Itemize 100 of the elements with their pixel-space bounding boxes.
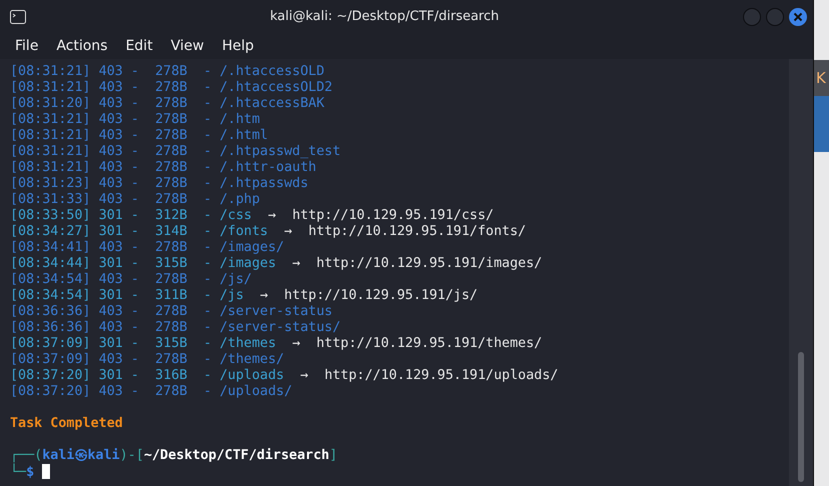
redirect-url: http://10.129.95.191/themes/ — [316, 336, 542, 351]
prompt-bracket: ┌──( — [10, 448, 42, 463]
timestamp: [08:37:20] — [10, 368, 91, 383]
request-path: - /css — [204, 208, 252, 223]
timestamp: [08:31:21] — [10, 64, 91, 79]
status-code: 301 - — [98, 336, 139, 351]
menu-item[interactable]: Help — [212, 38, 263, 54]
response-size: 315B — [155, 256, 188, 271]
timestamp: [08:34:54] — [10, 272, 91, 287]
response-size: 278B — [155, 304, 188, 319]
status-code: 301 - — [98, 288, 139, 303]
response-size: 278B — [155, 112, 188, 127]
response-size: 278B — [155, 272, 188, 287]
prompt-symbol: $ — [26, 465, 34, 480]
response-size: 312B — [155, 208, 188, 223]
arrow-glyph: → — [268, 208, 276, 223]
response-size: 278B — [155, 144, 188, 159]
status-code: 301 - — [98, 224, 139, 239]
timestamp: [08:36:36] — [10, 320, 91, 335]
status-code: 403 - — [98, 192, 139, 207]
status-message: Task Completed — [10, 416, 123, 432]
window-title: kali@kali: ~/Desktop/CTF/dirsearch — [268, 9, 500, 24]
redirect-url: http://10.129.95.191/fonts/ — [308, 224, 526, 239]
timestamp: [08:31:21] — [10, 128, 91, 143]
response-size: 278B — [155, 320, 188, 335]
response-size: 278B — [155, 192, 188, 207]
status-code: 403 - — [98, 160, 139, 175]
arrow-glyph: → — [260, 288, 268, 303]
request-path: - /js — [204, 288, 244, 303]
prompt-path: ~/Desktop/CTF/dirsearch — [144, 448, 330, 463]
request-path: - /server-status — [204, 304, 332, 319]
response-size: 278B — [155, 160, 188, 175]
request-path: - /server-status/ — [204, 320, 341, 335]
redirect-url: http://10.129.95.191/css/ — [292, 208, 494, 223]
arrow-glyph: → — [284, 224, 292, 239]
request-path: - /.php — [204, 192, 260, 207]
status-code: 403 - — [98, 352, 139, 367]
arrow-glyph: → — [292, 336, 300, 351]
request-path: - /.httr-oauth — [204, 160, 316, 175]
timestamp: [08:31:21] — [10, 112, 91, 127]
status-code: 403 - — [98, 144, 139, 159]
status-code: 301 - — [98, 208, 139, 223]
request-path: - /.htm — [204, 112, 260, 127]
response-size: 278B — [155, 64, 188, 79]
menu-item[interactable]: Edit — [116, 38, 162, 54]
response-size: 278B — [155, 176, 188, 191]
request-path: - /.html — [204, 128, 268, 143]
background-text: K — [816, 69, 826, 87]
timestamp: [08:33:50] — [10, 208, 91, 223]
response-size: 278B — [155, 352, 188, 367]
arrow-glyph: → — [292, 256, 300, 271]
scrollbar[interactable] — [789, 59, 813, 486]
close-button[interactable] — [789, 8, 807, 26]
minimize-button[interactable] — [743, 8, 761, 26]
response-size: 278B — [155, 384, 188, 399]
prompt-bracket: )-[ — [120, 448, 144, 463]
status-code: 403 - — [98, 384, 139, 399]
timestamp: [08:36:36] — [10, 304, 91, 319]
status-code: 403 - — [98, 272, 139, 287]
request-path: - /images — [204, 256, 276, 271]
status-code: 403 - — [98, 320, 139, 335]
timestamp: [08:34:27] — [10, 224, 91, 239]
timestamp: [08:37:09] — [10, 336, 91, 351]
response-size: 316B — [155, 368, 188, 383]
response-size: 278B — [155, 80, 188, 95]
status-code: 403 - — [98, 128, 139, 143]
response-size: 311B — [155, 288, 188, 303]
timestamp: [08:34:44] — [10, 256, 91, 271]
timestamp: [08:31:21] — [10, 80, 91, 95]
timestamp: [08:34:41] — [10, 240, 91, 255]
menu-item[interactable]: Actions — [47, 38, 117, 54]
request-path: - /uploads/ — [204, 384, 292, 399]
request-path: - /uploads — [204, 368, 284, 383]
maximize-button[interactable] — [766, 8, 784, 26]
timestamp: [08:31:21] — [10, 160, 91, 175]
terminal-icon — [10, 10, 26, 24]
response-size: 278B — [155, 96, 188, 111]
arrow-glyph: → — [300, 368, 308, 383]
request-path: - /images/ — [204, 240, 284, 255]
timestamp: [08:31:33] — [10, 192, 91, 207]
redirect-url: http://10.129.95.191/images/ — [316, 256, 542, 271]
response-size: 314B — [155, 224, 188, 239]
prompt-bracket: ] — [329, 448, 338, 463]
timestamp: [08:37:20] — [10, 384, 91, 399]
prompt-corner: └─ — [10, 465, 26, 480]
status-code: 403 - — [98, 96, 139, 111]
status-code: 403 - — [98, 112, 139, 127]
menu-item[interactable]: File — [6, 38, 48, 54]
timestamp: [08:31:21] — [10, 144, 91, 159]
request-path: - /fonts — [204, 224, 268, 239]
status-code: 403 - — [98, 80, 139, 95]
close-icon — [793, 12, 803, 22]
response-size: 278B — [155, 240, 188, 255]
redirect-url: http://10.129.95.191/js/ — [284, 288, 478, 303]
scrollbar-thumb[interactable] — [798, 352, 804, 482]
menu-item[interactable]: View — [162, 38, 213, 54]
status-code: 301 - — [98, 368, 139, 383]
request-path: - /js/ — [204, 272, 252, 287]
redirect-url: http://10.129.95.191/uploads/ — [324, 368, 558, 383]
response-size: 278B — [155, 128, 188, 143]
